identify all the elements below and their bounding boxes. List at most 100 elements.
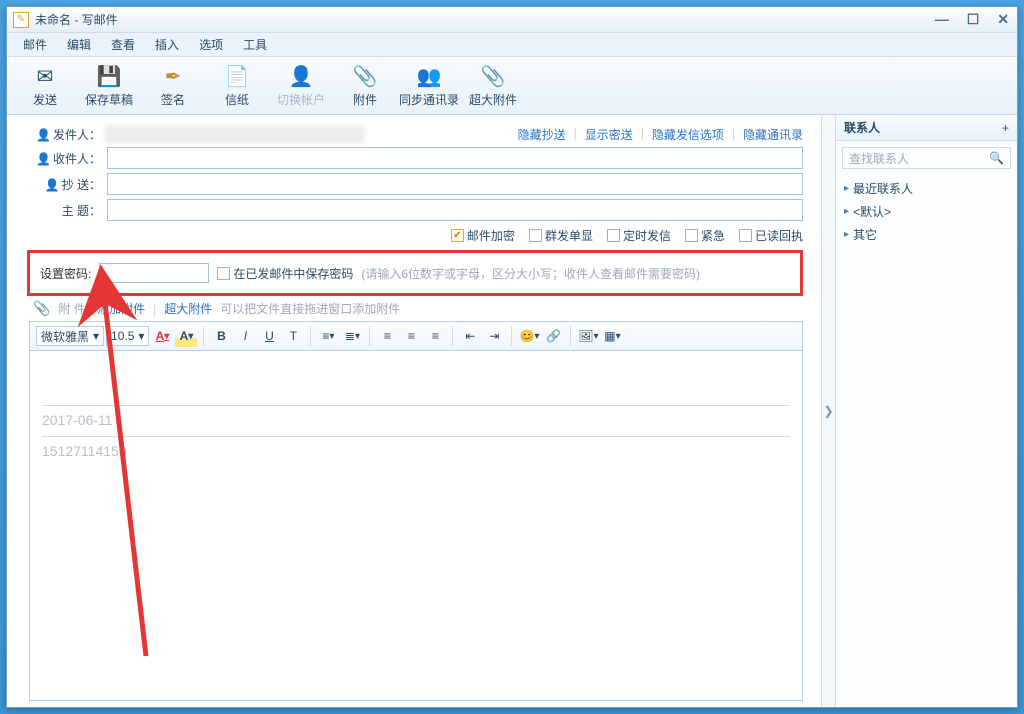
subject-label: 主 题： — [7, 202, 107, 219]
checkbox-icon — [529, 229, 542, 242]
font-color-button[interactable]: A▾ — [151, 325, 173, 347]
compose-window: ✎ 未命名 - 写邮件 — ☐ ✕ 邮件 编辑 查看 插入 选项 工具 ✉发送 … — [6, 6, 1018, 708]
bold-button[interactable]: B — [210, 325, 232, 347]
highlight-button[interactable]: A▾ — [175, 325, 197, 347]
hide-cc-link[interactable]: 隐藏抄送 — [518, 126, 566, 143]
triangle-right-icon: ▸ — [844, 206, 849, 217]
window-title: 未命名 - 写邮件 — [35, 11, 118, 28]
to-label: 👤收件人： — [7, 150, 107, 167]
signature-button[interactable]: ✒签名 — [141, 59, 205, 113]
add-contact-button[interactable]: + — [1002, 121, 1009, 135]
menu-insert[interactable]: 插入 — [147, 34, 187, 55]
clip-icon: 📎 — [352, 63, 378, 89]
titlebar[interactable]: ✎ 未命名 - 写邮件 — ☐ ✕ — [7, 7, 1017, 33]
big-attach-button[interactable]: 📎超大附件 — [461, 59, 525, 113]
to-input[interactable] — [107, 147, 803, 169]
search-icon: 🔍 — [989, 151, 1004, 165]
minimize-button[interactable]: — — [933, 11, 951, 28]
stationery-button[interactable]: 📄信纸 — [205, 59, 269, 113]
big-attach-link[interactable]: 超大附件 — [164, 300, 212, 317]
paper-icon: 📄 — [224, 63, 250, 89]
table-button[interactable]: ▦▾ — [601, 325, 623, 347]
attach-button[interactable]: 📎附件 — [333, 59, 397, 113]
urgent-checkbox[interactable]: 紧急 — [685, 227, 725, 244]
contacts-search[interactable]: 查找联系人 🔍 — [842, 147, 1011, 169]
subject-input[interactable] — [107, 199, 803, 221]
collapse-side-button[interactable]: ❯ — [821, 115, 835, 707]
menu-view[interactable]: 查看 — [103, 34, 143, 55]
clip-icon: 📎 — [33, 300, 50, 317]
send-icon: ✉ — [32, 63, 58, 89]
contacts-recent[interactable]: ▸最近联系人 — [840, 177, 1013, 200]
triangle-right-icon: ▸ — [844, 229, 849, 240]
menu-options[interactable]: 选项 — [191, 34, 231, 55]
cc-input[interactable] — [107, 173, 803, 195]
contacts-title: 联系人 — [844, 119, 880, 136]
user-icon: 👤 — [288, 63, 314, 89]
body-phone: 15127114150 — [42, 443, 790, 459]
save-icon: 💾 — [96, 63, 122, 89]
triangle-right-icon: ▸ — [844, 183, 849, 194]
checkbox-icon: ✔ — [451, 229, 464, 242]
schedule-checkbox[interactable]: 定时发信 — [607, 227, 671, 244]
person-icon: 👤 — [45, 178, 60, 192]
body-date: 2017-06-11 — [42, 412, 790, 428]
sender-value[interactable] — [105, 125, 365, 143]
receipt-checkbox[interactable]: 已读回执 — [739, 227, 803, 244]
editor-body[interactable]: 2017-06-11 15127114150 — [29, 351, 803, 701]
checkbox-icon — [739, 229, 752, 242]
align-center-button[interactable]: ≡ — [400, 325, 422, 347]
menu-mail[interactable]: 邮件 — [15, 34, 55, 55]
pen-icon: ✒ — [160, 63, 186, 89]
attach-row: 📎 附 件: 添加附件 | 超大附件 可以把文件直接拖进窗口添加附件 — [7, 298, 821, 319]
font-select[interactable]: 微软雅黑▾ — [36, 326, 104, 346]
switch-account-button[interactable]: 👤切换帐户 — [269, 59, 333, 113]
save-draft-button[interactable]: 💾保存草稿 — [77, 59, 141, 113]
italic-button[interactable]: I — [234, 325, 256, 347]
send-options-row: ✔邮件加密 群发单显 定时发信 紧急 已读回执 — [7, 223, 821, 246]
editor-toolbar: 微软雅黑▾ 10.5▾ A▾ A▾ B I U T ≡▾ ≣▾ ≡ ≡ ≡ — [29, 321, 803, 351]
menu-tools[interactable]: 工具 — [235, 34, 275, 55]
contacts-other[interactable]: ▸其它 — [840, 223, 1013, 246]
menu-edit[interactable]: 编辑 — [59, 34, 99, 55]
password-input[interactable] — [99, 263, 209, 283]
chevron-down-icon: ▾ — [93, 329, 99, 343]
image-button[interactable]: 🖼▾ — [577, 325, 599, 347]
password-label: 设置密码: — [40, 265, 91, 282]
emoji-button[interactable]: 😊▾ — [518, 325, 540, 347]
maximize-button[interactable]: ☐ — [965, 11, 982, 28]
password-hint: (请输入6位数字或字母，区分大小写；收件人查看邮件需要密码) — [361, 265, 700, 282]
cc-label: 👤抄 送： — [7, 176, 107, 193]
show-bcc-link[interactable]: 显示密送 — [585, 126, 633, 143]
list-button[interactable]: ≡▾ — [317, 325, 339, 347]
person-icon: 👤 — [36, 152, 51, 166]
close-button[interactable]: ✕ — [995, 11, 1011, 28]
outdent-button[interactable]: ⇤ — [459, 325, 481, 347]
separate-checkbox[interactable]: 群发单显 — [529, 227, 593, 244]
numbered-list-button[interactable]: ≣▾ — [341, 325, 363, 347]
contacts-default[interactable]: ▸<默认> — [840, 200, 1013, 223]
checkbox-icon — [217, 267, 230, 280]
underline-button[interactable]: U — [258, 325, 280, 347]
size-select[interactable]: 10.5▾ — [106, 326, 149, 346]
indent-button[interactable]: ⇥ — [483, 325, 505, 347]
menubar: 邮件 编辑 查看 插入 选项 工具 — [7, 33, 1017, 57]
person-icon: 👤 — [36, 128, 51, 142]
send-button[interactable]: ✉发送 — [13, 59, 77, 113]
hide-send-options-link[interactable]: 隐藏发信选项 — [652, 126, 724, 143]
toolbar: ✉发送 💾保存草稿 ✒签名 📄信纸 👤切换帐户 📎附件 👥同步通讯录 📎超大附件 — [7, 57, 1017, 115]
checkbox-icon — [607, 229, 620, 242]
compose-icon: ✎ — [13, 12, 29, 28]
link-button[interactable]: 🔗 — [542, 325, 564, 347]
hide-contacts-link[interactable]: 隐藏通讯录 — [743, 126, 803, 143]
sender-label: 👤发件人： — [7, 126, 107, 143]
chevron-down-icon: ▾ — [138, 329, 144, 343]
contacts-panel: 联系人 + 查找联系人 🔍 ▸最近联系人 ▸<默认> ▸其它 — [835, 115, 1017, 707]
align-right-button[interactable]: ≡ — [424, 325, 446, 347]
sync-contacts-button[interactable]: 👥同步通讯录 — [397, 59, 461, 113]
align-left-button[interactable]: ≡ — [376, 325, 398, 347]
save-password-checkbox[interactable]: 在已发邮件中保存密码 — [217, 265, 353, 282]
strike-button[interactable]: T — [282, 325, 304, 347]
encrypt-checkbox[interactable]: ✔邮件加密 — [451, 227, 515, 244]
add-attach-link[interactable]: 添加附件 — [97, 300, 145, 317]
